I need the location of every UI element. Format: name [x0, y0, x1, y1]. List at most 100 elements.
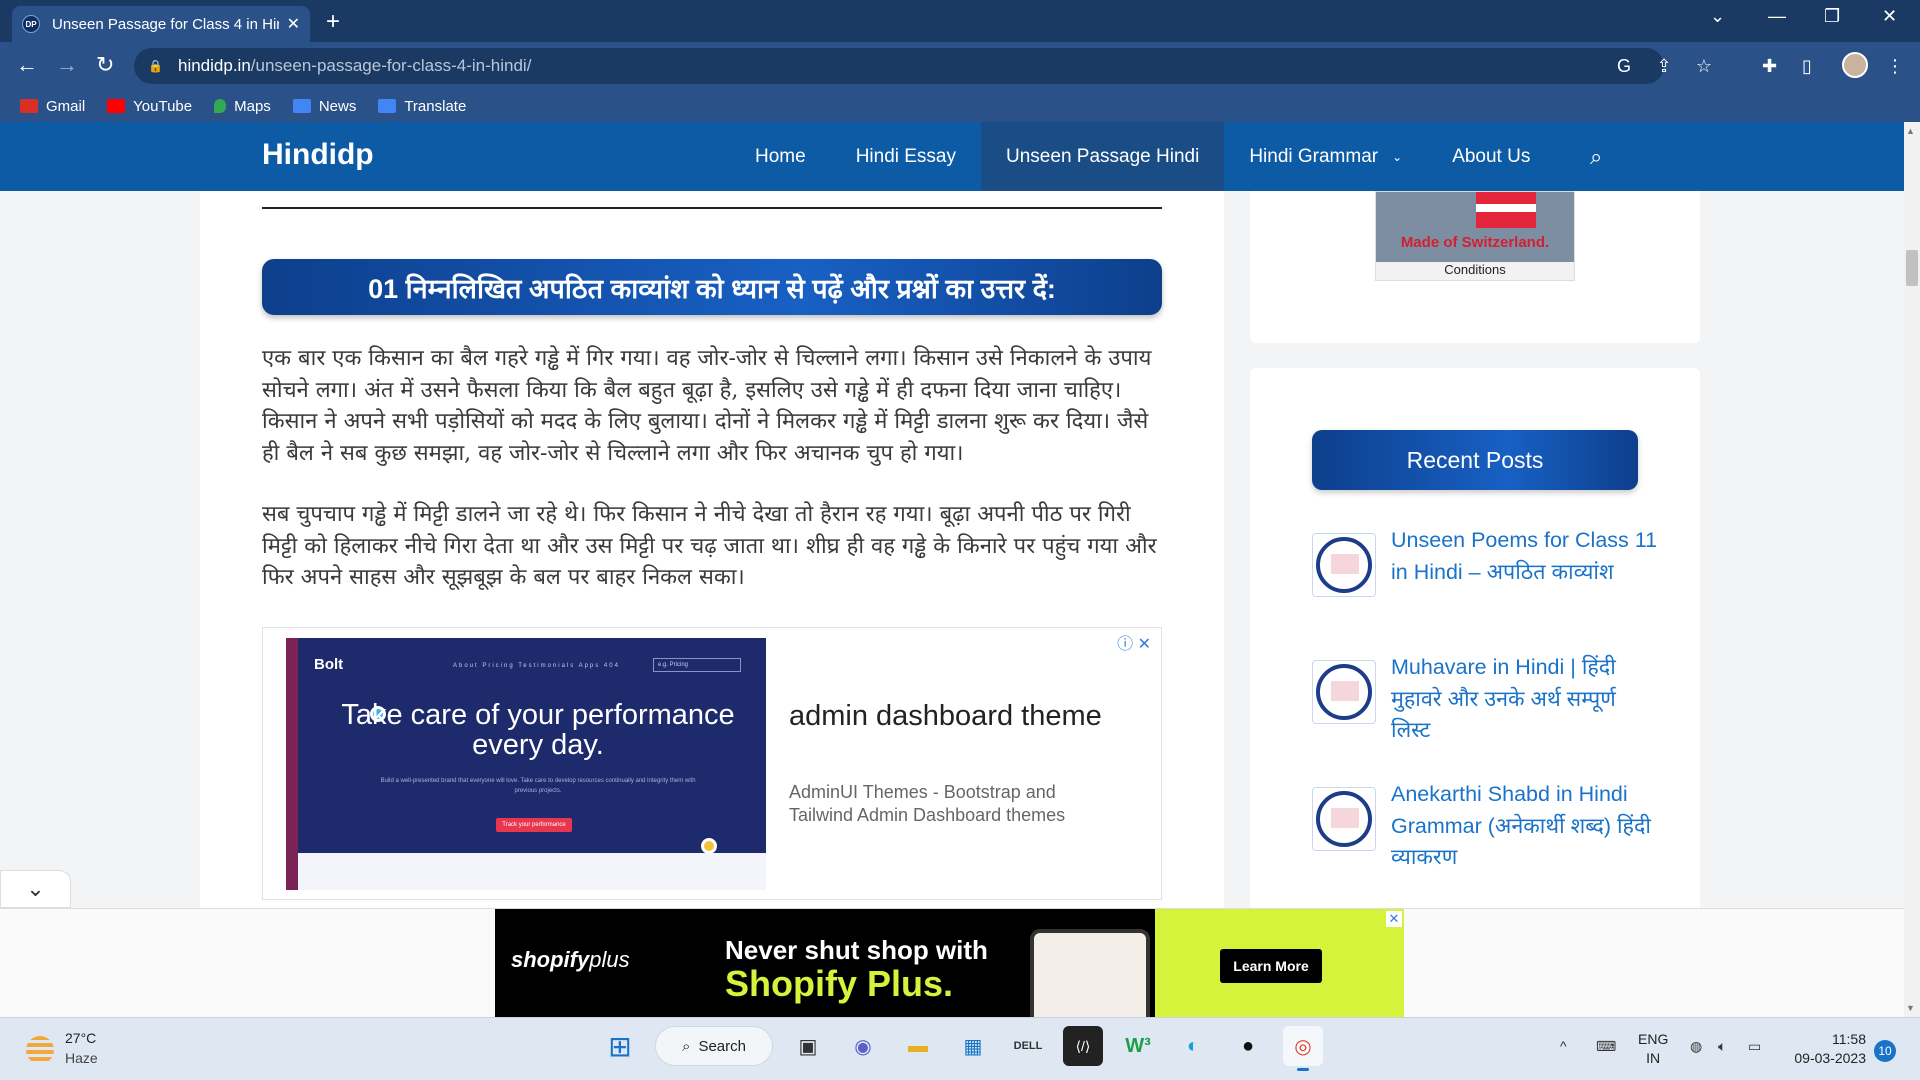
tab-close-icon[interactable]: ✕ [287, 14, 300, 34]
ad-title[interactable]: admin dashboard theme [789, 700, 1102, 733]
close-window-button[interactable]: ✕ [1882, 6, 1897, 27]
ad-image[interactable]: Bolt About Pricing Testimonials Apps 404… [286, 638, 766, 890]
anchor-ad-close-icon[interactable]: ✕ [1386, 911, 1402, 927]
sidebar-ad-tagline: Made of Switzerland. [1400, 234, 1550, 251]
bookmarks-bar: Gmail YouTube Maps News Translate [0, 90, 1920, 122]
passage-paragraph-1: एक बार एक किसान का बैल गहरे गड्ढे में गि… [262, 346, 1152, 466]
show-hidden-icons-chevron-icon[interactable]: ^ [1560, 1038, 1567, 1054]
ad-brand: Bolt [314, 656, 344, 673]
news-icon [292, 99, 311, 113]
store-icon[interactable]: ▦ [953, 1026, 993, 1066]
address-bar[interactable]: 🔒 hindidp.in/unseen-passage-for-class-4-… [134, 48, 1712, 84]
shopify-logo: shopifyplus [511, 947, 630, 972]
notification-badge[interactable]: 10 [1874, 1040, 1896, 1062]
scrollbar-thumb[interactable] [1906, 250, 1918, 286]
task-view-icon[interactable]: ▣ [788, 1026, 828, 1066]
recent-post-link[interactable]: Anekarthi Shabd in Hindi Grammar (अनेकार… [1391, 779, 1661, 874]
network-globe-icon[interactable]: ◍ [1690, 1038, 1702, 1055]
tab-title: Unseen Passage for Class 4 in Hindi [52, 15, 279, 33]
scroll-down-arrow-icon[interactable]: ▼ [1906, 1003, 1915, 1013]
file-explorer-icon[interactable]: ▬ [898, 1026, 938, 1066]
haze-weather-icon[interactable] [26, 1036, 54, 1064]
sidebar-ad-image [1376, 192, 1574, 262]
ad-headline: Take care of your performance every day. [341, 699, 735, 761]
ad-decor-dot [701, 838, 717, 854]
google-lens-icon[interactable]: G [1606, 48, 1642, 84]
ad-description: AdminUI Themes - Bootstrap and Tailwind … [789, 782, 1066, 825]
edge-icon[interactable]: ◐ [1173, 1026, 1213, 1066]
chrome-icon[interactable]: ◎ [1283, 1026, 1323, 1071]
dell-icon[interactable]: DELL [1008, 1026, 1048, 1066]
post-thumbnail[interactable] [1312, 533, 1376, 597]
w3-icon[interactable]: W³ [1118, 1026, 1158, 1066]
more-menu-icon[interactable]: ⋮ [1886, 56, 1904, 77]
github-icon[interactable]: ● [1228, 1026, 1268, 1066]
terminal-icon[interactable]: ⟨/⟩ [1063, 1026, 1103, 1066]
battery-icon[interactable]: ▭ [1748, 1038, 1761, 1055]
bookmark-youtube[interactable]: YouTube [107, 98, 192, 115]
bookmark-maps[interactable]: Maps [214, 98, 271, 115]
system-clock[interactable]: 11:58 09-03-2023 [1786, 1030, 1866, 1068]
scroll-up-arrow-icon[interactable]: ▲ [1906, 126, 1915, 136]
chevron-down-icon: ⌄ [1392, 149, 1403, 164]
nav-unseen-passage-hindi[interactable]: Unseen Passage Hindi [981, 122, 1225, 191]
forward-arrow-icon[interactable]: → [56, 52, 78, 78]
bookmark-gmail[interactable]: Gmail [20, 98, 85, 115]
ad-cta-button: Track your performance [496, 818, 572, 832]
new-tab-button[interactable]: + [326, 8, 340, 36]
divider [262, 207, 1162, 209]
nav-about-us[interactable]: About Us [1427, 122, 1555, 191]
recent-posts-title: Recent Posts [1312, 430, 1638, 490]
lock-icon: 🔒 [148, 59, 163, 73]
search-icon[interactable]: ⌕ [1590, 144, 1602, 170]
phone-mockup-image [1030, 929, 1150, 1017]
weather-condition[interactable]: Haze [65, 1050, 98, 1066]
taskbar-search[interactable]: ⌕ Search [655, 1026, 773, 1066]
sidebar-ad[interactable]: Made of Switzerland. Conditions [1375, 191, 1575, 281]
browser-tab-strip: DP Unseen Passage for Class 4 in Hindi ✕… [0, 0, 1920, 42]
extensions-icon[interactable]: ✚ [1762, 56, 1777, 77]
back-arrow-icon[interactable]: ← [16, 52, 38, 78]
ad-mini-menu: About Pricing Testimonials Apps 404 [453, 663, 620, 669]
minimize-button[interactable]: — [1768, 6, 1786, 27]
bookmark-news[interactable]: News [292, 98, 356, 115]
bookmark-translate[interactable]: Translate [378, 98, 466, 115]
nav-home[interactable]: Home [730, 122, 831, 191]
ad-image-panel: Bolt About Pricing Testimonials Apps 404… [298, 638, 766, 854]
input-language[interactable]: ENG IN [1638, 1030, 1668, 1068]
nav-hindi-grammar[interactable]: Hindi Grammar ⌄ [1224, 122, 1427, 191]
share-icon[interactable]: ⇪ [1646, 48, 1682, 84]
keyboard-icon[interactable]: ⌨ [1596, 1038, 1616, 1055]
translate-icon [378, 99, 397, 113]
side-panel-icon[interactable]: ▯ [1802, 56, 1812, 77]
site-favicon-icon: DP [22, 15, 40, 33]
recent-post-link[interactable]: Unseen Poems for Class 11 in Hindi – अपठ… [1391, 525, 1661, 588]
learn-more-button[interactable]: Learn More [1220, 949, 1322, 983]
anchor-ad-headline-brand: Shopify Plus. [725, 963, 954, 1004]
recent-post-link[interactable]: Muhavare in Hindi | हिंदी मुहावरे और उनक… [1391, 652, 1661, 747]
nav-hindi-essay[interactable]: Hindi Essay [831, 122, 981, 191]
browser-toolbar: ← → ↻ 🔒 hindidp.in/unseen-passage-for-cl… [0, 42, 1920, 90]
volume-icon[interactable]: 🔈︎ [1718, 1038, 1726, 1055]
teams-meet-icon[interactable]: ◉ [843, 1026, 883, 1066]
start-icon[interactable]: ⊞ [600, 1026, 640, 1066]
reload-icon[interactable]: ↻ [96, 52, 114, 78]
weather-temperature[interactable]: 27°C [65, 1030, 96, 1046]
browser-tab[interactable]: DP Unseen Passage for Class 4 in Hindi ✕ [12, 6, 310, 42]
taskbar-apps: ⊞ ⌕ Search ▣ ◉ ▬ ▦ DELL ⟨/⟩ W³ ◐ ● ◎ [600, 1026, 1338, 1071]
search-icon: ⌕ [682, 1037, 691, 1055]
adchoices-close-icon[interactable]: ⓘ ✕ [1117, 630, 1151, 654]
post-thumbnail[interactable] [1312, 787, 1376, 851]
anchor-ad-toggle[interactable]: ⌄ [0, 870, 71, 908]
restore-button[interactable]: ❐ [1824, 6, 1840, 27]
site-logo[interactable]: Hindidp [262, 138, 374, 172]
profile-avatar[interactable] [1842, 52, 1868, 78]
windows-taskbar: 27°C Haze ⊞ ⌕ Search ▣ ◉ ▬ ▦ DELL ⟨/⟩ W³… [0, 1017, 1920, 1080]
tab-search-dropdown-icon[interactable]: ⌄ [1710, 6, 1725, 27]
inline-ad[interactable]: ⓘ ✕ Bolt About Pricing Testimonials Apps… [262, 627, 1162, 900]
sidebar-ad-conditions[interactable]: Conditions [1376, 262, 1574, 277]
ad-mini-search: e.g. Pricing [653, 658, 741, 672]
anchor-ad[interactable]: shopifyplus Never shut shop with Shopify… [495, 909, 1404, 1017]
bookmark-star-icon[interactable]: ☆ [1686, 48, 1722, 84]
post-thumbnail[interactable] [1312, 660, 1376, 724]
